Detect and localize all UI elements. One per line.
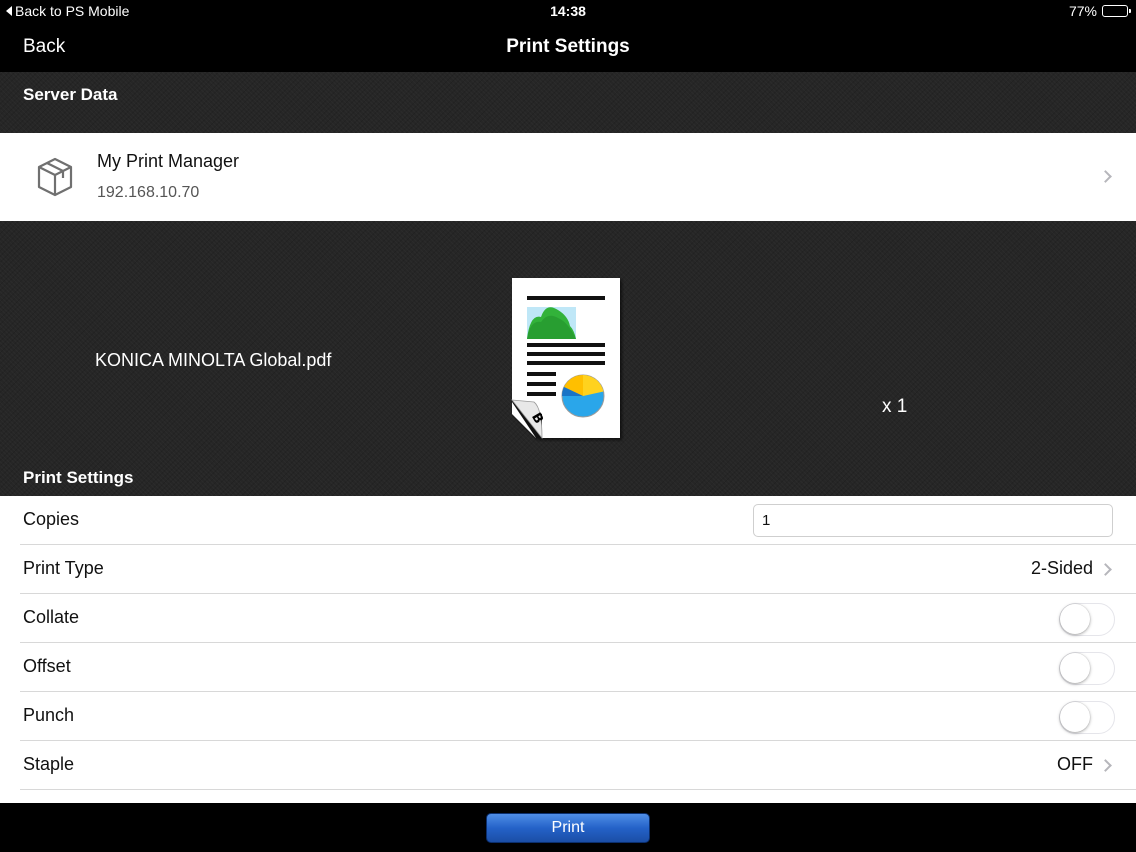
punch-toggle[interactable]: [1059, 701, 1115, 734]
bottom-toolbar: Print: [0, 803, 1136, 852]
page-title: Print Settings: [506, 36, 630, 57]
print-type-label: Print Type: [23, 558, 104, 578]
document-preview: B: [511, 278, 620, 440]
file-name: KONICA MINOLTA Global.pdf: [95, 350, 332, 370]
offset-label: Offset: [23, 656, 71, 676]
box-icon: [37, 157, 73, 197]
server-data-header: Server Data: [23, 85, 118, 104]
copies-row: Copies: [0, 496, 1136, 545]
server-ip: 192.168.10.70: [97, 184, 200, 201]
collate-label: Collate: [23, 607, 80, 627]
battery-percent: 77%: [1068, 3, 1097, 19]
collate-row: Collate: [0, 594, 1136, 643]
chevron-right-icon: [1099, 563, 1112, 576]
staple-value: OFF: [1057, 754, 1093, 774]
server-name: My Print Manager: [97, 151, 240, 171]
settings-list: Copies Print Type 2-Sided Collate Offset…: [0, 496, 1136, 803]
offset-toggle[interactable]: [1059, 652, 1115, 685]
navigation-bar: Print Settings Back: [0, 24, 1136, 72]
offset-row: Offset: [0, 643, 1136, 692]
toggle-knob: [1060, 702, 1090, 732]
punch-row: Punch: [0, 692, 1136, 741]
battery-icon: [1102, 5, 1131, 17]
toggle-knob: [1060, 653, 1090, 683]
chevron-right-icon: [1099, 170, 1112, 183]
status-battery: 77%: [1068, 3, 1131, 19]
copy-count-indicator: x 1: [882, 396, 908, 417]
chevron-right-icon: [1099, 759, 1112, 772]
staple-label: Staple: [23, 754, 75, 774]
copies-input[interactable]: [753, 504, 1113, 537]
punch-label: Punch: [23, 705, 75, 725]
print-type-value: 2-Sided: [1030, 558, 1093, 578]
collate-toggle[interactable]: [1059, 603, 1115, 636]
staple-row[interactable]: Staple OFF: [0, 741, 1136, 790]
back-button[interactable]: Back: [23, 36, 65, 58]
toggle-knob: [1060, 604, 1090, 634]
print-settings-header: Print Settings: [23, 468, 134, 487]
server-row[interactable]: My Print Manager 192.168.10.70: [0, 133, 1136, 221]
status-time: 14:38: [550, 3, 586, 19]
copies-label: Copies: [23, 509, 80, 529]
status-bar: Back to PS Mobile 14:38 77%: [0, 0, 1136, 24]
print-type-row[interactable]: Print Type 2-Sided: [0, 545, 1136, 594]
print-button[interactable]: Print: [486, 813, 650, 843]
